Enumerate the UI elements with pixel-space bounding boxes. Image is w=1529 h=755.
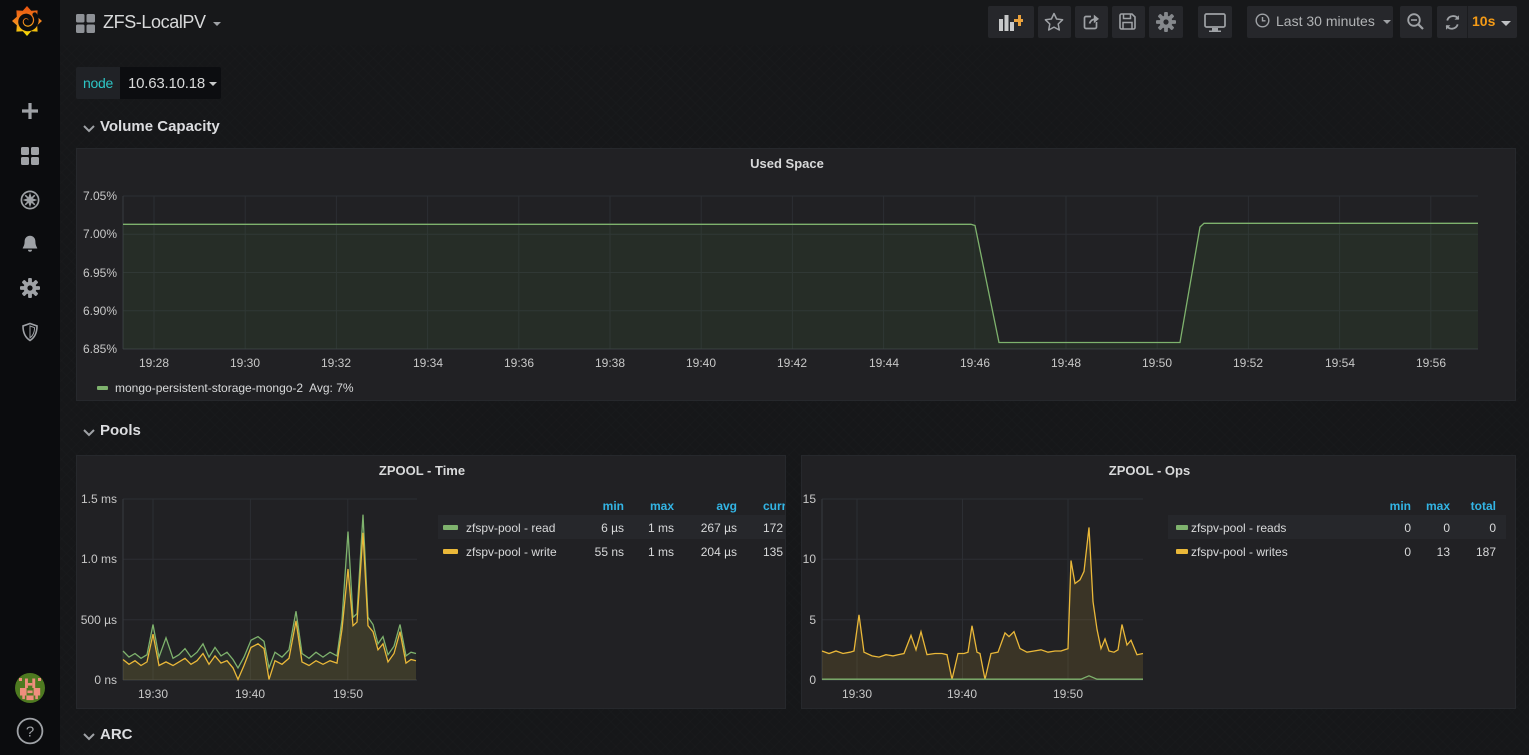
svg-text:19:28: 19:28 xyxy=(139,356,169,370)
svg-text:19:40: 19:40 xyxy=(947,687,977,701)
svg-text:1.5 ms: 1.5 ms xyxy=(81,492,117,506)
svg-text:19:52: 19:52 xyxy=(1233,356,1263,370)
svg-text:19:46: 19:46 xyxy=(960,356,990,370)
svg-text:19:36: 19:36 xyxy=(504,356,534,370)
svg-text:19:56: 19:56 xyxy=(1416,356,1446,370)
svg-text:19:32: 19:32 xyxy=(321,356,351,370)
svg-text:19:40: 19:40 xyxy=(235,687,265,701)
svg-text:7.05%: 7.05% xyxy=(83,189,117,203)
svg-text:19:34: 19:34 xyxy=(413,356,443,370)
svg-text:19:38: 19:38 xyxy=(595,356,625,370)
svg-text:6.95%: 6.95% xyxy=(83,266,117,280)
svg-text:19:50: 19:50 xyxy=(333,687,363,701)
svg-text:500 µs: 500 µs xyxy=(81,613,117,627)
svg-text:19:30: 19:30 xyxy=(138,687,168,701)
svg-text:19:48: 19:48 xyxy=(1051,356,1081,370)
svg-text:19:30: 19:30 xyxy=(842,687,872,701)
svg-text:19:50: 19:50 xyxy=(1142,356,1172,370)
svg-text:19:30: 19:30 xyxy=(230,356,260,370)
svg-text:7.00%: 7.00% xyxy=(83,227,117,241)
svg-text:19:42: 19:42 xyxy=(777,356,807,370)
svg-text:5: 5 xyxy=(809,613,816,627)
svg-text:19:50: 19:50 xyxy=(1053,687,1083,701)
svg-text:19:44: 19:44 xyxy=(869,356,899,370)
svg-text:0: 0 xyxy=(809,673,816,687)
svg-text:19:54: 19:54 xyxy=(1325,356,1355,370)
svg-text:6.85%: 6.85% xyxy=(83,342,117,356)
svg-text:10: 10 xyxy=(803,552,817,566)
svg-text:1.0 ms: 1.0 ms xyxy=(81,552,117,566)
svg-text:0 ns: 0 ns xyxy=(94,673,117,687)
svg-text:6.90%: 6.90% xyxy=(83,304,117,318)
svg-text:?: ? xyxy=(26,724,34,741)
svg-text:15: 15 xyxy=(803,492,817,506)
svg-text:19:40: 19:40 xyxy=(686,356,716,370)
